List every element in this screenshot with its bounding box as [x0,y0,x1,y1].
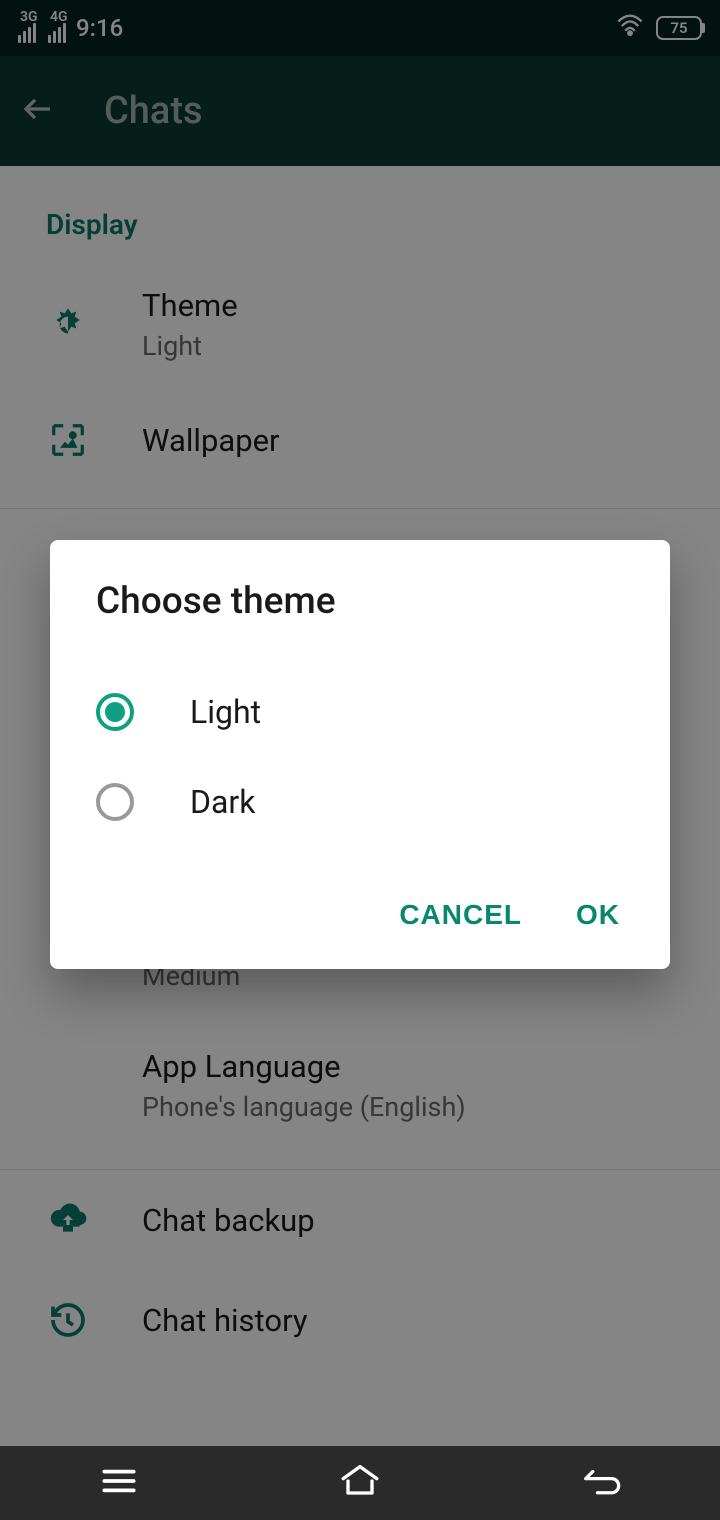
radio-unchecked-icon [96,783,134,821]
modal-overlay[interactable]: Choose theme Light Dark CANCEL OK [0,0,720,1520]
choose-theme-dialog: Choose theme Light Dark CANCEL OK [50,540,670,969]
recent-apps-icon[interactable] [99,1466,139,1500]
home-icon[interactable] [336,1464,384,1502]
android-nav-bar [0,1446,720,1520]
radio-label-light: Light [190,693,261,731]
radio-option-dark[interactable]: Dark [96,757,624,847]
ok-button[interactable]: OK [576,899,620,931]
radio-checked-icon [96,693,134,731]
dialog-title: Choose theme [96,580,624,623]
radio-label-dark: Dark [190,783,255,821]
radio-option-light[interactable]: Light [96,667,624,757]
back-icon[interactable] [581,1466,621,1500]
cancel-button[interactable]: CANCEL [399,899,522,931]
